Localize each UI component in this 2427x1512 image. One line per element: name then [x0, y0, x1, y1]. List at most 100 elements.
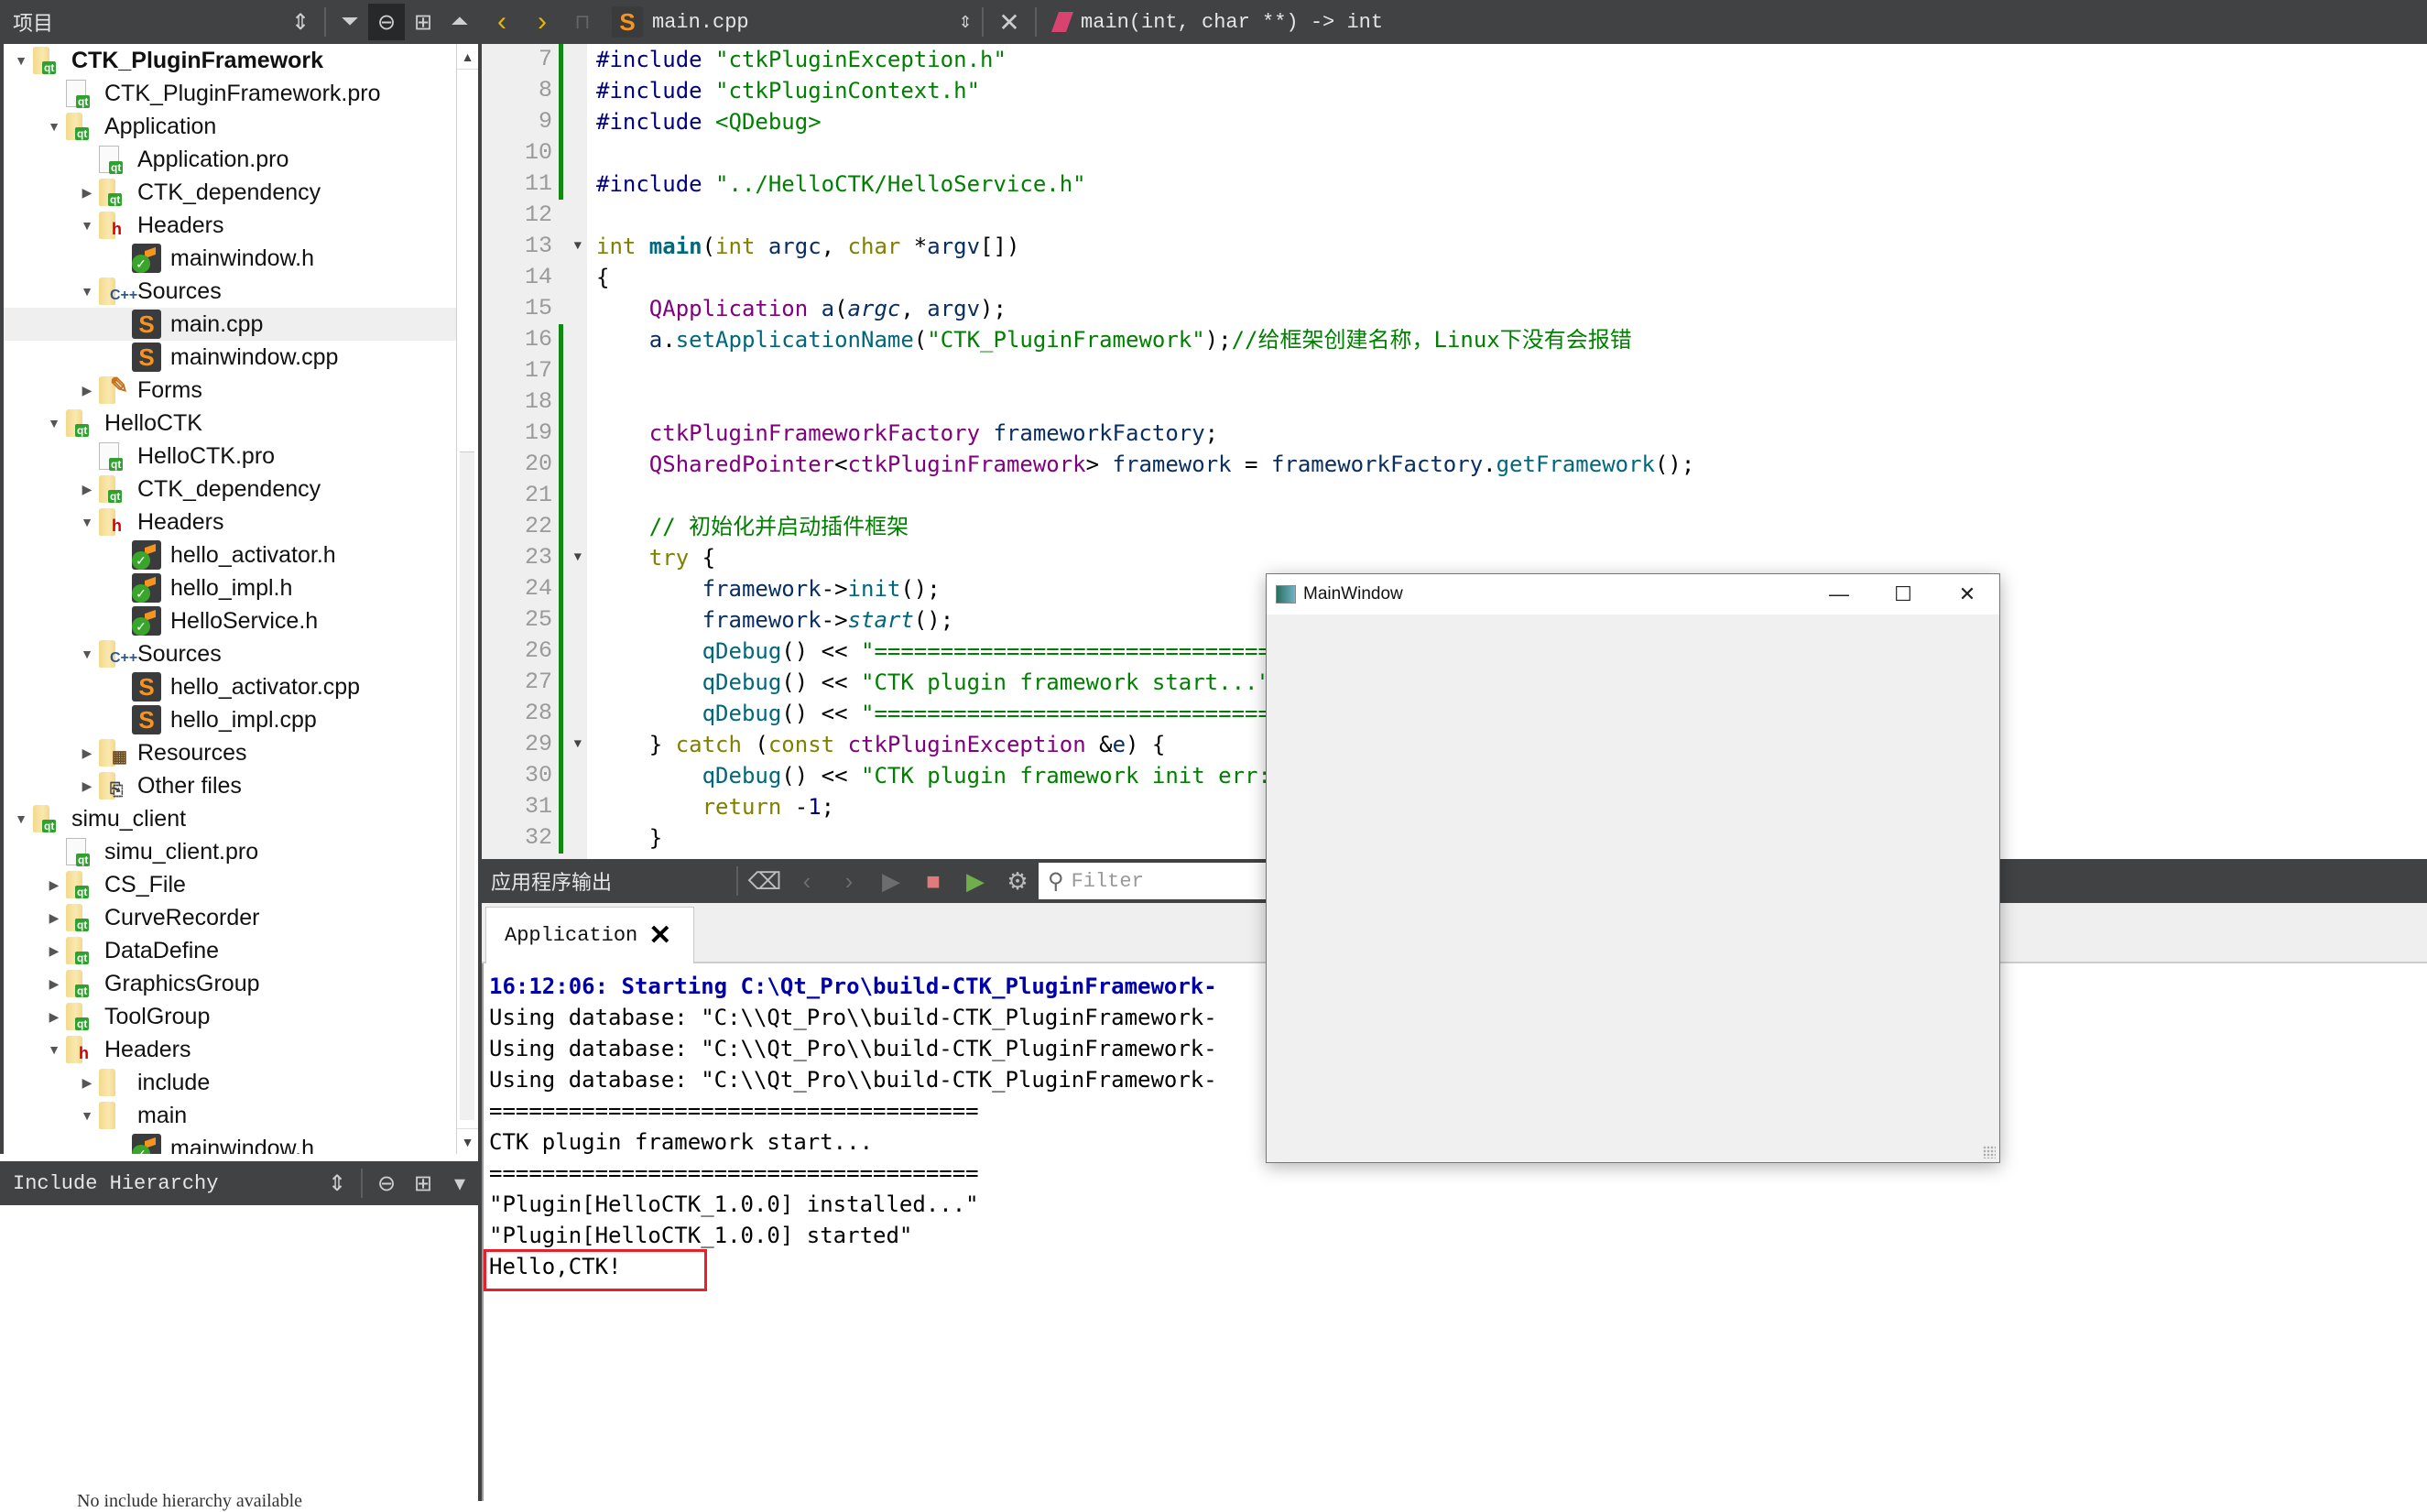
collapsed-arrow-icon[interactable]: ▶ — [75, 383, 99, 398]
collapsed-arrow-icon[interactable]: ▶ — [42, 877, 66, 893]
expanded-arrow-icon[interactable]: ▼ — [42, 119, 66, 134]
collapsed-arrow-icon[interactable]: ▶ — [42, 976, 66, 992]
tree-item[interactable]: Smain.cpp — [4, 308, 456, 341]
expanded-arrow-icon[interactable]: ▼ — [75, 1108, 99, 1123]
tree-item[interactable]: ▼ qt Application — [4, 110, 456, 143]
code-token: ; — [1204, 420, 1219, 446]
tree-item[interactable]: qt HelloCTK.pro — [4, 440, 456, 473]
sort-icon[interactable]: ⇕ — [319, 1165, 355, 1202]
back-icon[interactable]: ‹ — [482, 6, 522, 38]
collapsed-arrow-icon[interactable]: ▶ — [75, 185, 99, 201]
tree-item[interactable]: ▼ main — [4, 1099, 456, 1132]
forward-icon[interactable]: › — [522, 6, 562, 38]
function-selector[interactable]: main(int, char **) -> int — [1081, 11, 1383, 34]
expanded-arrow-icon[interactable]: ▼ — [9, 53, 33, 68]
debug-run-icon[interactable]: ▶ — [954, 867, 996, 896]
tree-item[interactable]: qt CTK_PluginFramework.pro — [4, 77, 456, 110]
fold-icon[interactable]: ▼ — [574, 542, 582, 573]
expanded-arrow-icon[interactable]: ▼ — [75, 218, 99, 233]
tree-item[interactable]: ▼ h Headers — [4, 1033, 456, 1066]
tree-item[interactable]: mainwindow.h — [4, 1132, 456, 1154]
tree-item[interactable]: ▶ qt CS_File — [4, 868, 456, 901]
expanded-arrow-icon[interactable]: ▼ — [75, 284, 99, 299]
tab-close-icon[interactable]: ✕ — [648, 919, 671, 952]
collapsed-arrow-icon[interactable]: ▶ — [42, 1009, 66, 1025]
tree-item[interactable]: ▶ qt CurveRecorder — [4, 901, 456, 934]
tab-application[interactable]: Application ✕ — [485, 907, 694, 963]
scroll-thumb[interactable] — [460, 451, 474, 1120]
stop-icon[interactable]: ■ — [912, 867, 954, 896]
close-document-icon[interactable]: ✕ — [989, 7, 1029, 38]
maximize-button[interactable]: ☐ — [1871, 582, 1935, 606]
tree-item[interactable]: ▶ qt CTK_dependency — [4, 473, 456, 506]
project-tree[interactable]: ▼ qt CTK_PluginFramework qt CTK_PluginFramew… — [0, 44, 456, 1154]
tree-item[interactable]: ▶ ✎ Forms — [4, 374, 456, 407]
tree-item[interactable]: qt Application.pro — [4, 143, 456, 176]
line-number-text: 27 — [524, 669, 552, 695]
fold-icon[interactable]: ▼ — [574, 729, 582, 760]
tree-item[interactable]: ▼ h Headers — [4, 209, 456, 242]
expanded-arrow-icon[interactable]: ▼ — [42, 416, 66, 430]
tree-item[interactable]: Smainwindow.cpp — [4, 341, 456, 374]
tree-item[interactable]: ▼ qt CTK_PluginFramework — [4, 44, 456, 77]
tree-item[interactable]: ▶ qt ToolGroup — [4, 1000, 456, 1033]
split-icon[interactable]: ⊞ — [405, 1165, 441, 1202]
tree-scrollbar[interactable]: ▲ ▼ — [456, 44, 478, 1154]
file-list-icon[interactable]: ⇕ — [954, 13, 976, 32]
resize-grip-icon[interactable] — [1983, 1146, 1996, 1158]
tree-item[interactable]: mainwindow.h — [4, 242, 456, 275]
line-number: 30 — [482, 760, 587, 791]
tree-item[interactable]: ▼ qt HelloCTK — [4, 407, 456, 440]
tree-item[interactable]: Shello_activator.cpp — [4, 670, 456, 703]
run-icon[interactable]: ▶ — [870, 867, 912, 896]
link-icon[interactable]: ⊖ — [368, 1165, 405, 1202]
tree-item[interactable]: Shello_impl.cpp — [4, 703, 456, 736]
tree-item[interactable]: ▼ h Headers — [4, 506, 456, 538]
open-file-selector[interactable]: main.cpp — [652, 11, 954, 34]
close-button[interactable]: ✕ — [1935, 582, 1999, 606]
clear-output-icon[interactable]: ⌫ — [744, 867, 786, 896]
tree-item[interactable]: ▼ qt simu_client — [4, 802, 456, 835]
expanded-arrow-icon[interactable]: ▼ — [9, 811, 33, 826]
split-icon[interactable]: ⊞ — [405, 4, 441, 40]
tree-item[interactable]: ▶ ⎘ Other files — [4, 769, 456, 802]
link-icon[interactable]: ⊖ — [368, 4, 405, 40]
tree-item[interactable]: hello_activator.h — [4, 538, 456, 571]
scroll-down-icon[interactable]: ▼ — [457, 1128, 478, 1154]
tree-item[interactable]: qt simu_client.pro — [4, 835, 456, 868]
header-file-icon — [132, 540, 161, 570]
main-window-titlebar[interactable]: MainWindow — ☐ ✕ — [1267, 574, 1999, 615]
tree-item[interactable]: hello_impl.h — [4, 571, 456, 604]
collapsed-arrow-icon[interactable]: ▶ — [75, 1075, 99, 1091]
sort-icon[interactable]: ⇕ — [282, 4, 319, 40]
expanded-arrow-icon[interactable]: ▼ — [42, 1042, 66, 1057]
tree-item[interactable]: ▶ qt CTK_dependency — [4, 176, 456, 209]
main-window-dialog[interactable]: MainWindow — ☐ ✕ — [1266, 573, 2000, 1163]
close-pane-icon[interactable]: ▾ — [441, 1165, 478, 1202]
tree-item[interactable]: ▶ include — [4, 1066, 456, 1099]
next-item-icon[interactable]: › — [828, 867, 870, 896]
tree-item[interactable]: ▶ qt GraphicsGroup — [4, 967, 456, 1000]
lock-icon[interactable]: ⊓ — [562, 10, 603, 34]
scroll-up-icon[interactable]: ▲ — [457, 44, 478, 70]
collapsed-arrow-icon[interactable]: ▶ — [75, 745, 99, 761]
tree-item[interactable]: ▶ qt DataDefine — [4, 934, 456, 967]
filter-icon[interactable]: ⏷ — [332, 4, 368, 40]
expanded-arrow-icon[interactable]: ▼ — [75, 647, 99, 661]
tree-item[interactable]: ▼ C++ Sources — [4, 275, 456, 308]
tree-item[interactable]: ▶ ▦ Resources — [4, 736, 456, 769]
collapsed-arrow-icon[interactable]: ▶ — [42, 943, 66, 959]
tree-item[interactable]: HelloService.h — [4, 604, 456, 637]
collapsed-arrow-icon[interactable]: ▶ — [42, 910, 66, 926]
code-line: QApplication a(argc, argv); — [587, 293, 2427, 324]
settings-icon[interactable]: ⚙ — [996, 867, 1039, 896]
prev-item-icon[interactable]: ‹ — [786, 867, 828, 896]
collapse-icon[interactable]: ⏶ — [441, 4, 478, 40]
minimize-button[interactable]: — — [1807, 582, 1871, 606]
collapsed-arrow-icon[interactable]: ▶ — [75, 482, 99, 497]
line-number: 13 ▼ — [482, 231, 587, 262]
collapsed-arrow-icon[interactable]: ▶ — [75, 778, 99, 794]
fold-icon[interactable]: ▼ — [574, 231, 582, 262]
expanded-arrow-icon[interactable]: ▼ — [75, 515, 99, 529]
tree-item[interactable]: ▼ C++ Sources — [4, 637, 456, 670]
